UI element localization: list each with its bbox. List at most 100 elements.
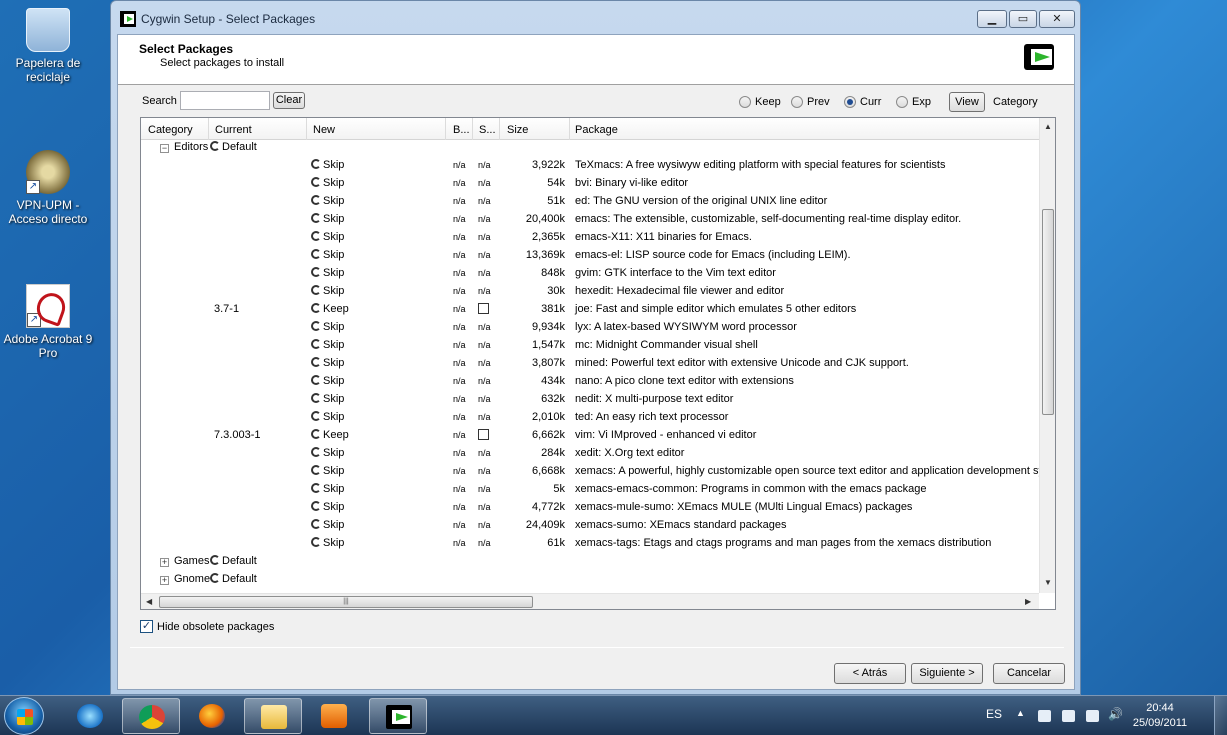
flag-icon[interactable]: [1038, 710, 1051, 722]
new-action[interactable]: Skip: [311, 375, 344, 387]
new-action[interactable]: Keep: [311, 429, 349, 441]
category-setting[interactable]: Default: [210, 573, 257, 585]
source-checkbox[interactable]: [478, 303, 489, 314]
column-current[interactable]: Current: [215, 124, 252, 136]
new-action[interactable]: Keep: [311, 303, 349, 315]
source-checkbox[interactable]: [478, 429, 489, 440]
column-category[interactable]: Category: [148, 124, 193, 136]
package-row[interactable]: Skip n/a n/a 54k bvi: Binary vi-like editor: [141, 175, 1039, 193]
package-row[interactable]: Skip n/a n/a 13,369k emacs-el: LISP source c…: [141, 247, 1039, 265]
network-icon[interactable]: [1086, 710, 1099, 722]
package-row[interactable]: 7.3.003-1 Keep n/a 6,662k vim: Vi IMproved -…: [141, 427, 1039, 445]
horizontal-scroll-thumb[interactable]: |||: [159, 596, 533, 608]
new-action[interactable]: Skip: [311, 357, 344, 369]
package-row[interactable]: Skip n/a n/a 632k nedit: X multi-purpose tex…: [141, 391, 1039, 409]
package-row[interactable]: Skip n/a n/a 2,365k emacs-X11: X11 binaries …: [141, 229, 1039, 247]
new-action[interactable]: Skip: [311, 267, 344, 279]
radio-prev[interactable]: Prev: [791, 96, 830, 108]
column-package[interactable]: Package: [575, 124, 618, 136]
clear-button[interactable]: Clear: [273, 92, 305, 109]
category-setting[interactable]: Default: [210, 141, 257, 153]
radio-keep[interactable]: Keep: [739, 96, 781, 108]
package-row[interactable]: Skip n/a n/a 434k nano: A pico clone text ed…: [141, 373, 1039, 391]
new-action[interactable]: Skip: [311, 393, 344, 405]
horizontal-scrollbar[interactable]: ◀ ||| ▶: [141, 593, 1039, 609]
start-button[interactable]: [4, 697, 44, 735]
column-source[interactable]: S...: [479, 124, 496, 136]
column-binary[interactable]: B...: [453, 124, 470, 136]
new-action[interactable]: Skip: [311, 465, 344, 477]
new-action[interactable]: Skip: [311, 285, 344, 297]
language-indicator[interactable]: ES: [986, 707, 1002, 721]
new-action[interactable]: Skip: [311, 537, 344, 549]
new-action[interactable]: Skip: [311, 447, 344, 459]
package-row[interactable]: Skip n/a n/a 4,772k xemacs-mule-sumo: XEmacs…: [141, 499, 1039, 517]
new-action[interactable]: Skip: [311, 321, 344, 333]
package-row[interactable]: Skip n/a n/a 61k xemacs-tags: Etags and ctag…: [141, 535, 1039, 553]
package-row[interactable]: Skip n/a n/a 9,934k lyx: A latex-based WYSIW…: [141, 319, 1039, 337]
desktop-icon-recycle-bin[interactable]: Papelera de reciclaje: [0, 8, 96, 84]
new-action[interactable]: Skip: [311, 339, 344, 351]
back-button[interactable]: < Atrás: [834, 663, 906, 684]
collapse-icon[interactable]: −: [160, 144, 169, 153]
minimize-button[interactable]: ▁: [977, 10, 1007, 28]
category-row-editors[interactable]: − Editors Default: [141, 139, 1039, 157]
taskbar-cygwin[interactable]: [369, 698, 427, 734]
new-action[interactable]: Skip: [311, 249, 344, 261]
package-row[interactable]: Skip n/a n/a 6,668k xemacs: A powerful, high…: [141, 463, 1055, 481]
new-action[interactable]: Skip: [311, 519, 344, 531]
device-icon[interactable]: [1062, 710, 1075, 722]
expand-icon[interactable]: +: [160, 558, 169, 567]
search-input[interactable]: [180, 91, 270, 110]
system-clock[interactable]: 20:44 25/09/2011: [1120, 701, 1200, 731]
category-setting[interactable]: Default: [210, 555, 257, 567]
new-action[interactable]: Skip: [311, 213, 344, 225]
taskbar-explorer[interactable]: [244, 698, 302, 734]
radio-curr[interactable]: Curr: [844, 96, 881, 108]
expand-icon[interactable]: +: [160, 576, 169, 585]
taskbar-media-player[interactable]: [305, 698, 363, 734]
new-action[interactable]: Skip: [311, 159, 344, 171]
category-row-games[interactable]: + Games Default: [141, 553, 1039, 571]
package-row[interactable]: Skip n/a n/a 284k xedit: X.Org text editor: [141, 445, 1039, 463]
package-row[interactable]: Skip n/a n/a 5k xemacs-emacs-common: Program…: [141, 481, 1039, 499]
scroll-right-icon[interactable]: ▶: [1025, 597, 1031, 606]
show-desktop-button[interactable]: [1214, 696, 1227, 735]
package-row[interactable]: Skip n/a n/a 24,409k xemacs-sumo: XEmacs sta…: [141, 517, 1039, 535]
package-row[interactable]: Skip n/a n/a 30k hexedit: Hexadecimal file v…: [141, 283, 1039, 301]
package-list[interactable]: Category Current New B... S... Size Pack…: [140, 117, 1056, 610]
new-action[interactable]: Skip: [311, 195, 344, 207]
next-button[interactable]: Siguiente >: [911, 663, 983, 684]
package-row[interactable]: Skip n/a n/a 2,010k ted: An easy rich text p…: [141, 409, 1039, 427]
vertical-scrollbar[interactable]: ▲ ▼: [1039, 118, 1055, 593]
package-row[interactable]: 3.7-1 Keep n/a 381k joe: Fast and simple edi…: [141, 301, 1039, 319]
new-action[interactable]: Skip: [311, 177, 344, 189]
category-row-gnome[interactable]: + Gnome Default: [141, 571, 1039, 589]
new-action[interactable]: Skip: [311, 231, 344, 243]
close-button[interactable]: ✕: [1039, 10, 1075, 28]
column-new[interactable]: New: [313, 124, 335, 136]
package-row[interactable]: Skip n/a n/a 1,547k mc: Midnight Commander v…: [141, 337, 1039, 355]
scroll-down-icon[interactable]: ▼: [1044, 578, 1052, 587]
package-row[interactable]: Skip n/a n/a 51k ed: The GNU version of the …: [141, 193, 1039, 211]
tray-expand-icon[interactable]: ▲: [1016, 708, 1025, 718]
new-action[interactable]: Skip: [311, 411, 344, 423]
package-row[interactable]: Skip n/a n/a 3,807k mined: Powerful text edi…: [141, 355, 1039, 373]
desktop-icon-vpn[interactable]: ↗ VPN-UPM - Acceso directo: [0, 150, 96, 226]
taskbar-firefox[interactable]: [183, 698, 241, 734]
hide-obsolete-checkbox[interactable]: ✓ Hide obsolete packages: [140, 620, 274, 633]
scroll-up-icon[interactable]: ▲: [1044, 122, 1052, 131]
radio-exp[interactable]: Exp: [896, 96, 931, 108]
desktop-icon-acrobat[interactable]: ↗ Adobe Acrobat 9 Pro: [0, 284, 96, 360]
vertical-scroll-thumb[interactable]: [1042, 209, 1054, 415]
scroll-left-icon[interactable]: ◀: [146, 597, 152, 606]
package-row[interactable]: Skip n/a n/a 20,400k emacs: The extensible, …: [141, 211, 1039, 229]
cancel-button[interactable]: Cancelar: [993, 663, 1065, 684]
package-row[interactable]: Skip n/a n/a 848k gvim: GTK interface to the…: [141, 265, 1039, 283]
title-bar[interactable]: Cygwin Setup - Select Packages ▁ ▭ ✕: [111, 1, 1080, 35]
package-row[interactable]: Skip n/a n/a 3,922k TeXmacs: A free wysiwyw …: [141, 157, 1039, 175]
taskbar-ie[interactable]: [61, 698, 119, 734]
column-size[interactable]: Size: [507, 124, 528, 136]
new-action[interactable]: Skip: [311, 483, 344, 495]
view-button[interactable]: View: [949, 92, 985, 112]
